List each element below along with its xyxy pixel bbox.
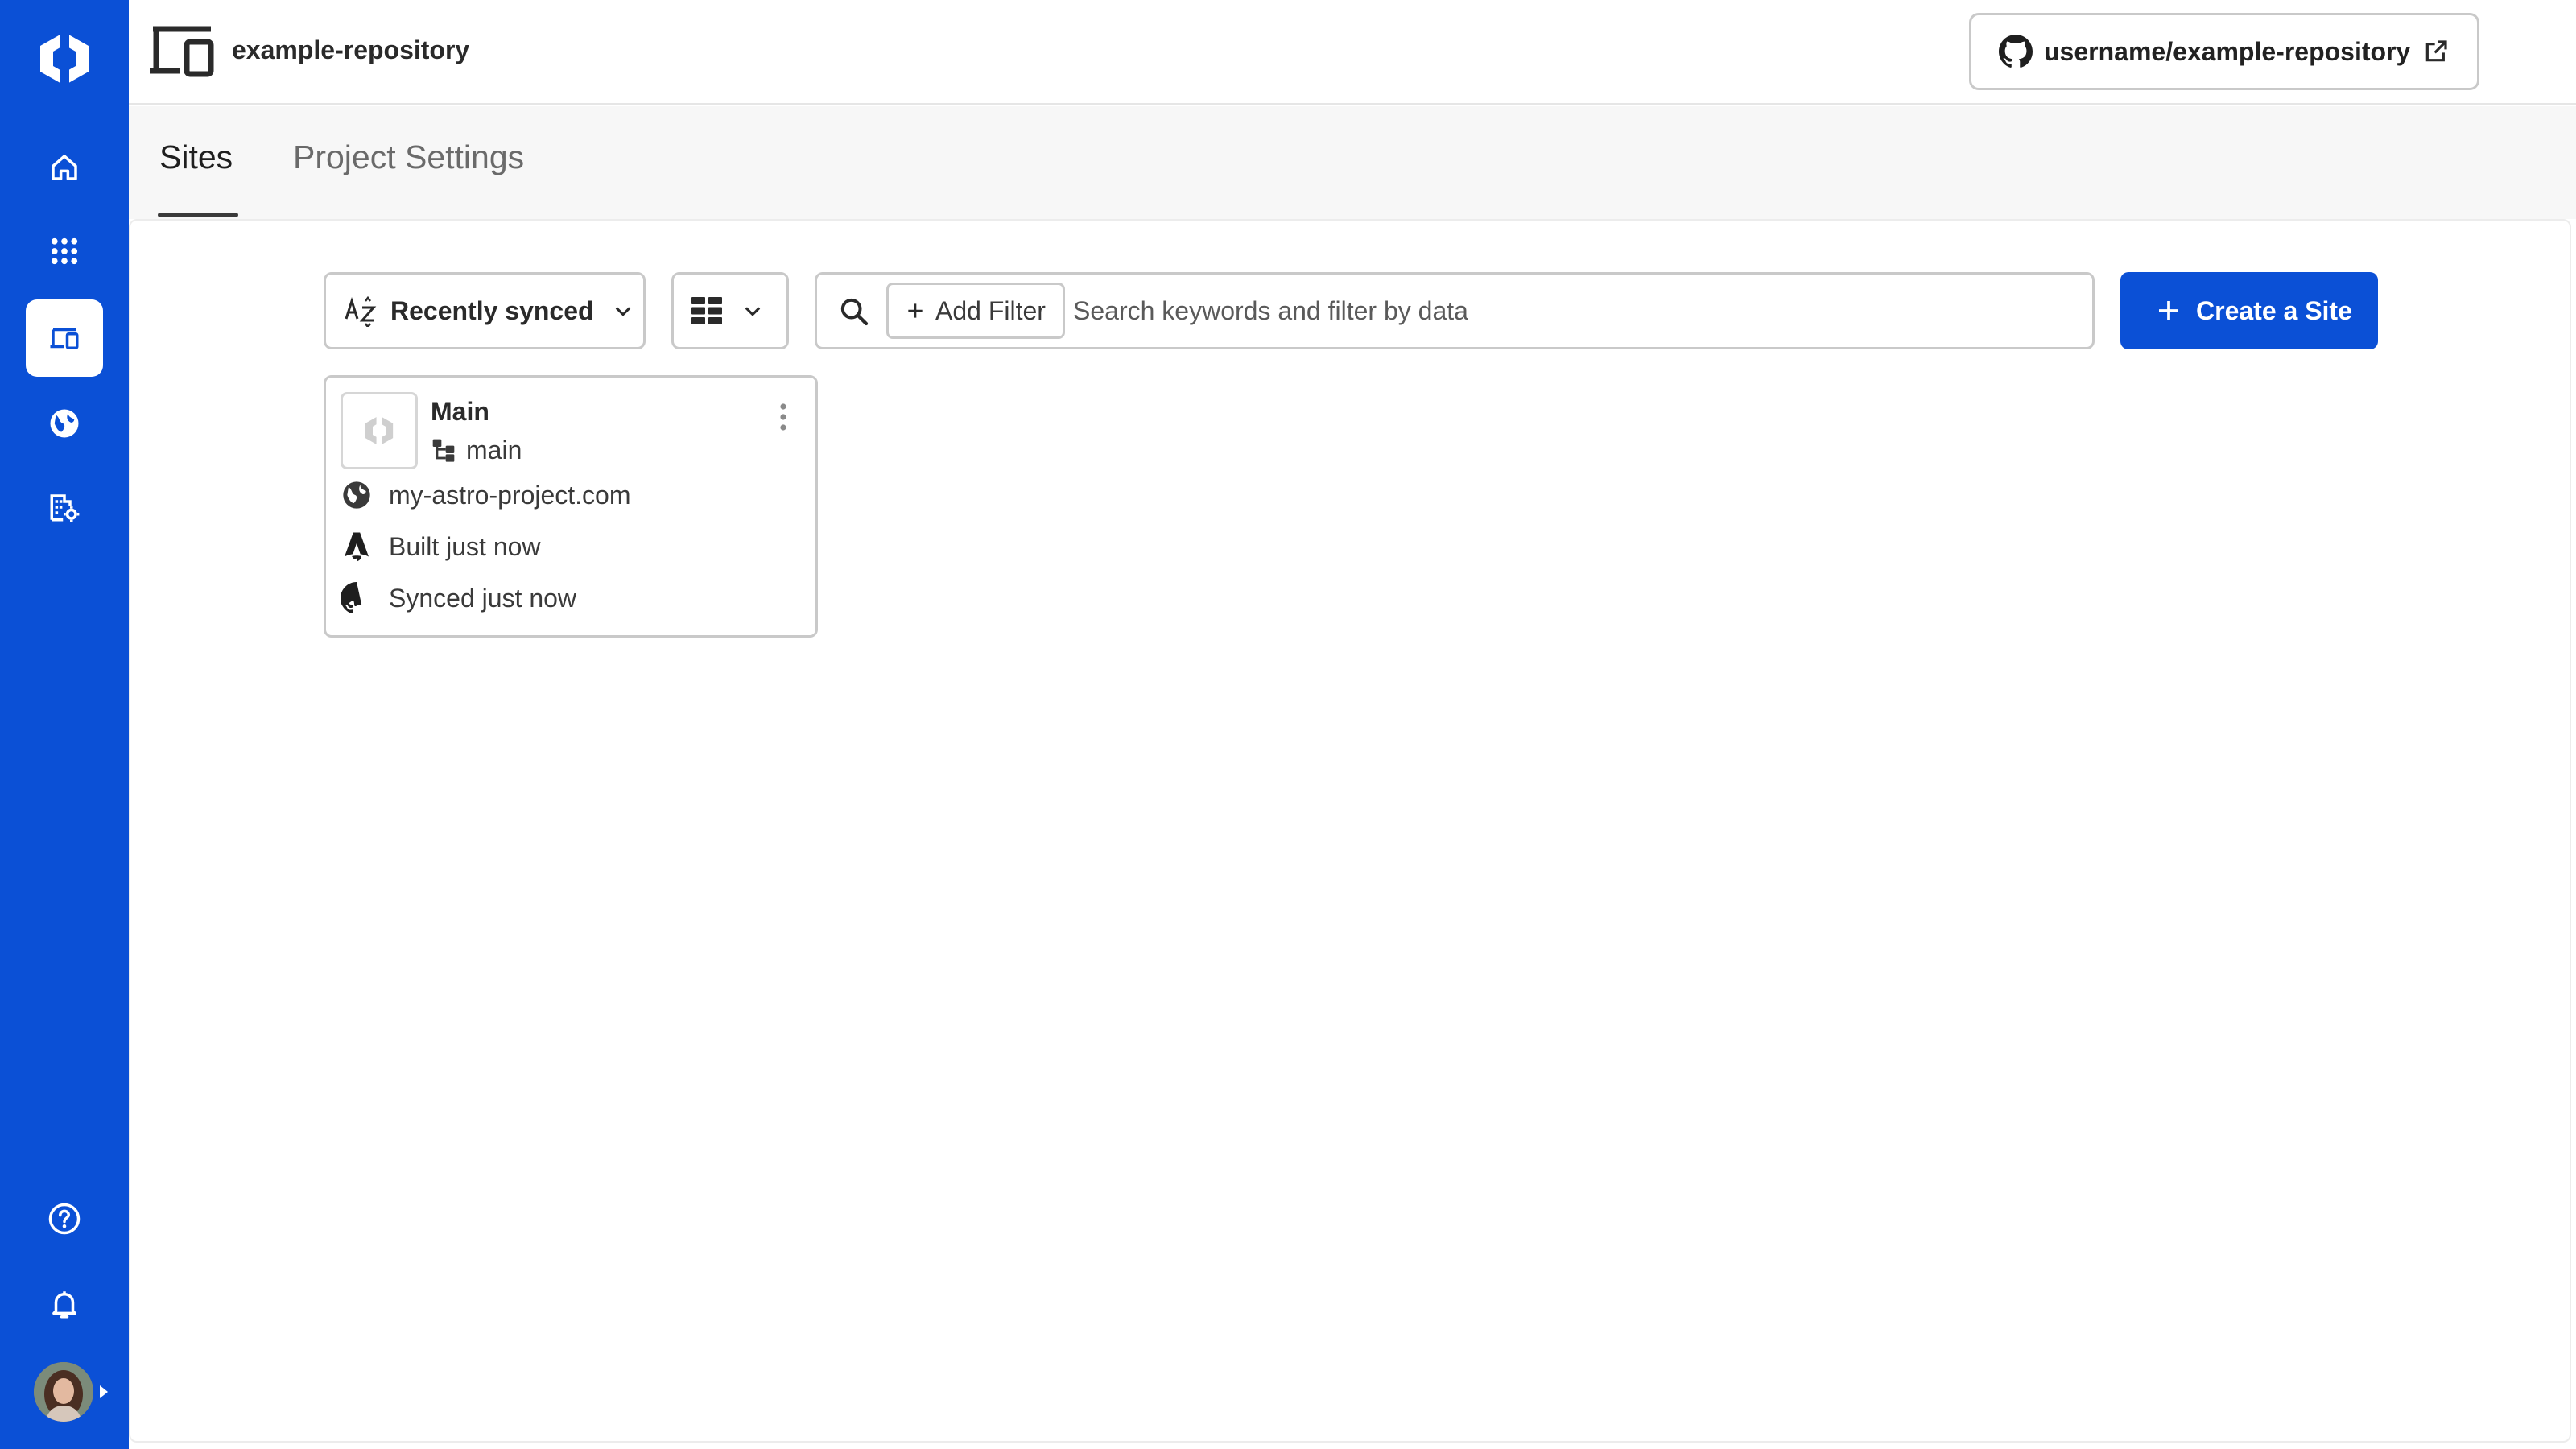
bell-icon	[52, 1291, 76, 1319]
project-name: example-repository	[232, 35, 470, 64]
sort-label: Recently synced	[390, 295, 594, 325]
sidebar-item-notifications[interactable]	[26, 1265, 103, 1343]
site-thumbnail	[341, 392, 418, 469]
sidebar-item-help[interactable]	[26, 1180, 103, 1257]
site-placeholder-logo-icon	[365, 415, 394, 447]
site-build-status: Built just now	[389, 531, 541, 561]
globe-icon	[343, 481, 370, 509]
site-sync-row: Synced just now	[341, 580, 576, 616]
site-options-icon[interactable]	[774, 402, 793, 432]
astro-build-icon	[345, 532, 369, 562]
branch-icon	[432, 439, 455, 462]
add-filter-button[interactable]: Add Filter	[886, 283, 1065, 339]
devices-icon	[50, 328, 79, 349]
branch-name: main	[466, 436, 522, 464]
add-filter-label: Add Filter	[935, 295, 1046, 325]
github-icon	[341, 582, 362, 614]
tab-sites[interactable]: Sites	[159, 138, 233, 176]
search-icon	[840, 298, 869, 326]
sidebar-item-home[interactable]	[26, 129, 103, 206]
organization-settings-icon	[50, 494, 80, 522]
user-avatar[interactable]	[34, 1362, 93, 1422]
left-sidebar	[0, 0, 129, 1449]
plus-icon	[908, 303, 923, 318]
sidebar-item-domains[interactable]	[26, 385, 103, 462]
sidebar-item-projects[interactable]	[26, 299, 103, 377]
create-site-button[interactable]: Create a Site	[2120, 272, 2378, 349]
external-link-icon	[2426, 40, 2447, 62]
site-sync-status: Synced just now	[389, 583, 577, 613]
sort-az-icon	[345, 295, 377, 327]
plus-icon	[2159, 301, 2178, 320]
create-site-label: Create a Site	[2196, 295, 2352, 325]
site-domain-row[interactable]: my-astro-project.com	[341, 477, 631, 513]
chevron-down-icon	[615, 307, 630, 316]
app-logo-icon[interactable]	[35, 31, 93, 87]
chevron-down-icon	[745, 307, 761, 316]
account-menu-caret-icon[interactable]	[98, 1383, 109, 1401]
grid-view-icon	[691, 297, 722, 324]
site-title: Main	[431, 397, 489, 426]
site-build-row: Built just now	[341, 529, 541, 564]
search-input[interactable]	[1073, 283, 2071, 339]
active-tab-indicator	[158, 213, 238, 217]
site-card[interactable]: Main main my-astro-project.com Built jus…	[324, 375, 818, 638]
repository-link-label: username/example-repository	[2044, 36, 2411, 66]
site-domain: my-astro-project.com	[389, 480, 631, 510]
repository-link-button[interactable]: username/example-repository	[1969, 13, 2479, 90]
sort-dropdown[interactable]: Recently synced	[324, 272, 646, 349]
apps-grid-icon	[51, 237, 78, 265]
tab-project-settings[interactable]: Project Settings	[293, 138, 524, 176]
sidebar-item-apps[interactable]	[26, 213, 103, 290]
view-mode-dropdown[interactable]	[671, 272, 789, 349]
home-icon	[52, 155, 77, 180]
top-header: example-repository username/example-repo…	[129, 0, 2576, 105]
sidebar-item-organization[interactable]	[26, 469, 103, 546]
help-icon	[48, 1203, 80, 1235]
search-bar: Add Filter	[815, 272, 2095, 349]
globe-icon	[50, 409, 79, 438]
project-devices-icon	[150, 26, 214, 77]
github-icon	[1999, 35, 2033, 68]
